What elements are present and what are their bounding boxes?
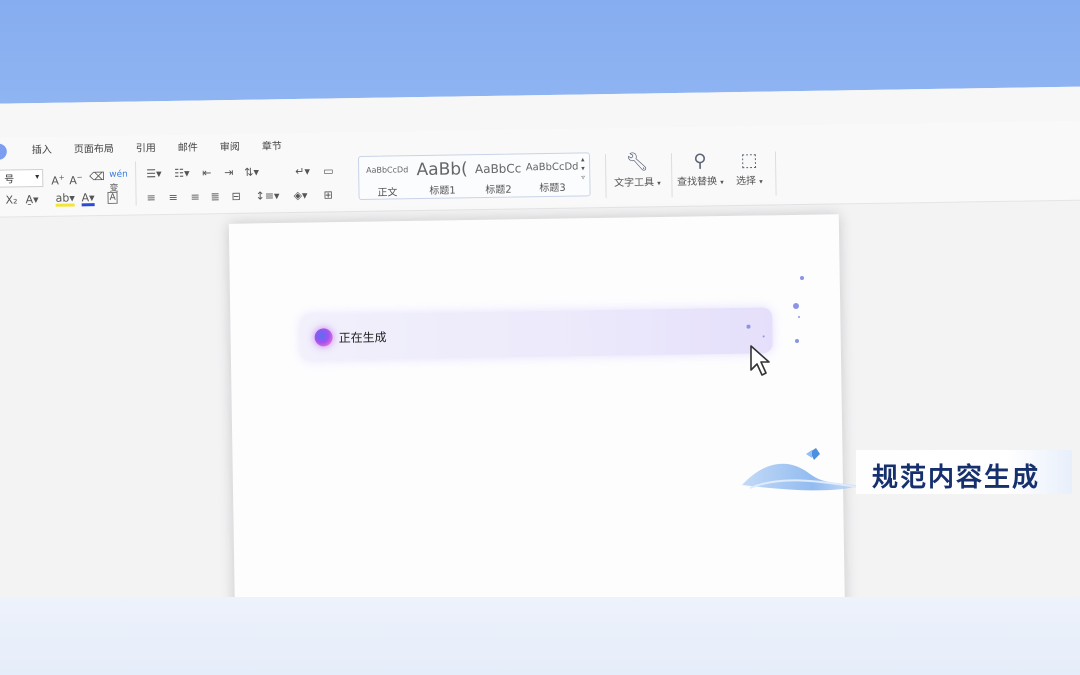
style-heading3[interactable]: AaBbCcDd 标题3 xyxy=(525,154,580,195)
shrink-font-icon[interactable]: A− xyxy=(69,170,83,188)
align-right-icon[interactable]: ≡ xyxy=(190,191,199,205)
select-button[interactable]: ⬚ 选择 ▾ xyxy=(729,150,770,188)
style-heading2[interactable]: AaBbCc 标题2 xyxy=(471,154,526,196)
align-center-icon[interactable]: ≡ xyxy=(168,191,177,205)
sort-icon[interactable]: ⇅▾ xyxy=(244,166,259,180)
font-color-icon[interactable]: A▾ xyxy=(81,191,95,207)
ai-orb-icon xyxy=(314,328,333,347)
align-left-icon[interactable]: ≡ xyxy=(146,191,155,205)
wrench-icon: 🔧︎ xyxy=(625,151,649,173)
find-replace-button[interactable]: ⚲ 查找替换 ▾ xyxy=(671,150,730,188)
bullet-list-icon[interactable]: ☰▾ xyxy=(146,167,162,181)
sparkle-dot xyxy=(746,324,751,329)
distribute-icon[interactable]: ⊟ xyxy=(231,190,240,204)
paragraph-mark-icon[interactable]: ↵▾ xyxy=(295,165,310,179)
sparkle-dot xyxy=(798,316,800,318)
styles-gallery: AaBbCcDd 正文 AaBb( 标题1 AaBbCc 标题2 AaBbCcD… xyxy=(357,152,591,201)
tab-page-layout[interactable]: 页面布局 xyxy=(63,140,125,156)
wave-decoration-icon xyxy=(742,448,860,491)
mouse-pointer-icon xyxy=(750,345,770,376)
tab-references[interactable]: 引用 xyxy=(125,139,167,155)
text-tools-button[interactable]: 🔧︎ 文字工具 ▾ xyxy=(609,151,666,189)
text-effect-icon[interactable]: A̱▾ xyxy=(25,193,38,207)
style-heading1[interactable]: AaBb( 标题1 xyxy=(415,155,470,197)
font-size-select[interactable]: 号 ▾ xyxy=(0,168,44,188)
sparkle-dot xyxy=(793,303,799,309)
ruler-icon[interactable]: ▭ xyxy=(323,164,334,178)
clear-format-icon[interactable]: ⌫ xyxy=(89,170,105,184)
sparkle-dot xyxy=(800,276,804,280)
search-icon: ⚲ xyxy=(693,150,707,172)
style-normal[interactable]: AaBbCcDd 正文 xyxy=(363,156,412,199)
tab-chapter[interactable]: 章节 xyxy=(251,137,293,153)
background-band xyxy=(0,597,1080,675)
document-page[interactable]: 正在生成 xyxy=(228,214,846,634)
select-icon: ⬚ xyxy=(740,149,758,172)
tab-insert[interactable]: 插入 xyxy=(21,141,63,157)
feature-caption: 规范内容生成 xyxy=(872,463,1041,493)
char-border-icon[interactable]: A xyxy=(107,191,118,204)
numbered-list-icon[interactable]: ☷▾ xyxy=(174,167,190,181)
subscript-icon[interactable]: X₂ xyxy=(5,193,17,207)
highlight-icon[interactable]: ab▾ xyxy=(55,191,75,207)
grow-font-icon[interactable]: A+ xyxy=(51,171,65,189)
sparkle-dot xyxy=(795,339,799,343)
justify-icon[interactable]: ≣ xyxy=(210,190,219,204)
tab-review[interactable]: 审阅 xyxy=(209,138,251,154)
table-border-icon[interactable]: ⊞ xyxy=(323,188,332,202)
line-spacing-icon[interactable]: ↕≡▾ xyxy=(255,189,279,203)
tab-mailings[interactable]: 邮件 xyxy=(167,138,209,154)
decrease-indent-icon[interactable]: ⇤ xyxy=(202,166,211,180)
sparkle-dot xyxy=(762,335,765,338)
ai-generation-bar: 正在生成 xyxy=(300,307,773,361)
generation-status: 正在生成 xyxy=(338,330,387,346)
increase-indent-icon[interactable]: ⇥ xyxy=(224,166,233,180)
styles-scroll-icon[interactable]: ▴ ▾ ▿ xyxy=(581,155,585,182)
shading-icon[interactable]: ◈▾ xyxy=(293,189,307,203)
